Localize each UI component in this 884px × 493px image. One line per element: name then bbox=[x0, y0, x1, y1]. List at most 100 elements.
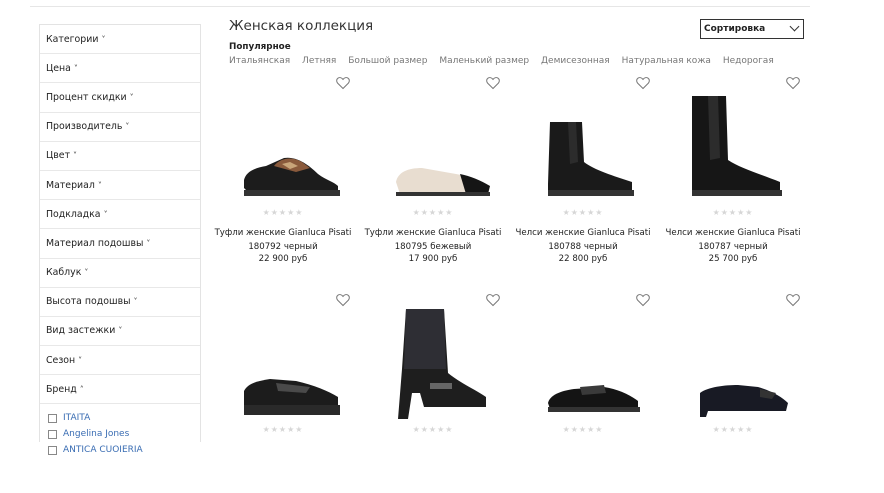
filter-label: Бренд bbox=[46, 383, 77, 395]
product-image[interactable] bbox=[218, 309, 348, 419]
checkbox[interactable] bbox=[48, 429, 57, 439]
product-card[interactable]: ★★★★★ bbox=[208, 293, 358, 493]
filter-price[interactable]: Цена ˅ bbox=[40, 54, 200, 84]
filter-material[interactable]: Материал ˅ bbox=[40, 171, 200, 201]
filter-label: Каблук bbox=[46, 267, 82, 279]
filter-label: Производитель bbox=[46, 121, 123, 133]
product-card[interactable]: ★★★★★ bbox=[508, 293, 658, 493]
checkbox[interactable] bbox=[48, 445, 57, 455]
filter-label: Процент скидки bbox=[46, 91, 127, 103]
popular-tags: Итальянская Летняя Большой размер Малень… bbox=[229, 56, 783, 66]
product-card[interactable]: ★★★★★ Челси женские Gianluca Pisati 18078… bbox=[658, 76, 808, 276]
chevron-up-icon: ˄ bbox=[79, 384, 84, 394]
product-name[interactable]: Туфли женские Gianluca Pisati 180792 черн… bbox=[208, 226, 358, 254]
tag-link[interactable]: Натуральная кожа bbox=[622, 56, 711, 66]
product-price: 17 900 руб bbox=[408, 254, 458, 264]
heart-icon[interactable] bbox=[336, 293, 350, 307]
heart-icon[interactable] bbox=[336, 76, 350, 90]
product-image[interactable] bbox=[668, 92, 798, 202]
tag-link[interactable]: Маленький размер bbox=[439, 56, 529, 66]
filter-label: Материал bbox=[46, 179, 95, 191]
filter-color[interactable]: Цвет ˅ bbox=[40, 142, 200, 171]
filter-categories[interactable]: Категории ˅ bbox=[40, 25, 200, 55]
filter-season[interactable]: Сезон ˅ bbox=[40, 346, 200, 376]
product-name[interactable]: Челси женские Gianluca Pisati 180788 черн… bbox=[508, 226, 658, 254]
chevron-down-icon: ˅ bbox=[97, 180, 102, 190]
chevron-down-icon: ˅ bbox=[101, 34, 106, 44]
brand-option-label[interactable]: Angelina Jones bbox=[63, 429, 129, 439]
filter-discount[interactable]: Процент скидки ˅ bbox=[40, 83, 200, 113]
filter-label: Материал подошвы bbox=[46, 237, 144, 249]
filter-sole-material[interactable]: Материал подошвы ˅ bbox=[40, 229, 200, 259]
rating-stars: ★★★★★ bbox=[412, 208, 454, 217]
chevron-down-icon: ˅ bbox=[125, 122, 130, 132]
filter-sole-height[interactable]: Высота подошвы ˅ bbox=[40, 288, 200, 317]
product-price: 25 700 руб bbox=[708, 254, 758, 264]
popular-label: Популярное bbox=[229, 42, 291, 52]
heart-icon[interactable] bbox=[636, 76, 650, 90]
heart-icon[interactable] bbox=[636, 293, 650, 307]
tag-link[interactable]: Недорогая bbox=[723, 56, 774, 66]
product-name[interactable]: Челси женские Gianluca Pisati 180787 черн… bbox=[658, 226, 808, 254]
filter-sidebar: Категории ˅ Цена ˅ Процент скидки ˅ Произво… bbox=[39, 24, 201, 455]
checkbox[interactable] bbox=[48, 413, 57, 423]
brand-option-label[interactable]: ITAITA bbox=[63, 413, 90, 423]
product-image[interactable] bbox=[668, 309, 798, 419]
sort-select-value: Сортировка bbox=[704, 24, 766, 34]
chevron-down-icon: ˅ bbox=[78, 355, 83, 365]
product-card[interactable]: ★★★★★ Челси женские Gianluca Pisati 18078… bbox=[508, 76, 658, 276]
product-card[interactable]: ★★★★★ Туфли женские Gianluca Pisati 18079… bbox=[358, 76, 508, 276]
heart-icon[interactable] bbox=[786, 293, 800, 307]
chevron-down-icon: ˅ bbox=[118, 326, 123, 336]
chevron-down-icon: ˅ bbox=[73, 151, 78, 161]
brand-option-label[interactable]: ANTICA CUOIERIA bbox=[63, 445, 143, 455]
product-image[interactable] bbox=[368, 92, 498, 202]
filter-label: Категории bbox=[46, 33, 99, 45]
heart-icon[interactable] bbox=[486, 76, 500, 90]
chevron-down-icon: ˅ bbox=[129, 92, 134, 102]
filter-lining[interactable]: Подкладка ˅ bbox=[40, 200, 200, 230]
chevron-down-icon bbox=[789, 21, 800, 32]
chevron-down-icon: ˅ bbox=[103, 209, 108, 219]
tag-link[interactable]: Большой размер bbox=[348, 56, 427, 66]
product-image[interactable] bbox=[368, 309, 498, 419]
product-card[interactable]: ★★★★★ bbox=[358, 293, 508, 493]
filter-label: Цвет bbox=[46, 150, 71, 162]
product-card[interactable]: ★★★★★ bbox=[658, 293, 808, 493]
brand-option[interactable]: Angelina Jones bbox=[48, 426, 200, 442]
chevron-down-icon: ˅ bbox=[84, 268, 89, 278]
product-card[interactable]: ★★★★★ Туфли женские Gianluca Pisati 18079… bbox=[208, 76, 358, 276]
brand-option[interactable]: ITAITA bbox=[48, 410, 200, 426]
chevron-down-icon: ˅ bbox=[73, 63, 78, 73]
product-price: 22 800 руб bbox=[558, 254, 608, 264]
rating-stars: ★★★★★ bbox=[562, 425, 604, 434]
product-image[interactable] bbox=[518, 92, 648, 202]
product-name[interactable]: Туфли женские Gianluca Pisati 180795 беже… bbox=[358, 226, 508, 254]
filter-label: Цена bbox=[46, 62, 71, 74]
filter-brand[interactable]: Бренд ˄ bbox=[40, 375, 200, 405]
rating-stars: ★★★★★ bbox=[562, 208, 604, 217]
chevron-down-icon: ˅ bbox=[146, 238, 151, 248]
heart-icon[interactable] bbox=[486, 293, 500, 307]
tag-link[interactable]: Летняя bbox=[302, 56, 336, 66]
page-title: Женская коллекция bbox=[229, 18, 374, 34]
rating-stars: ★★★★★ bbox=[712, 425, 754, 434]
heart-icon[interactable] bbox=[786, 76, 800, 90]
brand-option[interactable]: ANTICA CUOIERIA bbox=[48, 442, 200, 458]
product-image[interactable] bbox=[518, 309, 648, 419]
filter-label: Сезон bbox=[46, 354, 76, 366]
filter-fastener[interactable]: Вид застежки ˅ bbox=[40, 317, 200, 347]
product-price: 22 900 руб bbox=[258, 254, 308, 264]
rating-stars: ★★★★★ bbox=[412, 425, 454, 434]
filter-heel[interactable]: Каблук ˅ bbox=[40, 259, 200, 288]
tag-link[interactable]: Демисезонная bbox=[541, 56, 610, 66]
sort-select[interactable]: Сортировка bbox=[700, 19, 804, 39]
product-image[interactable] bbox=[218, 92, 348, 202]
filter-label: Вид застежки bbox=[46, 325, 116, 337]
filter-manufacturer[interactable]: Производитель ˅ bbox=[40, 113, 200, 142]
top-divider bbox=[30, 6, 810, 7]
filter-label: Подкладка bbox=[46, 208, 101, 220]
tag-link[interactable]: Итальянская bbox=[229, 56, 290, 66]
rating-stars: ★★★★★ bbox=[262, 425, 304, 434]
chevron-down-icon: ˅ bbox=[133, 297, 138, 307]
